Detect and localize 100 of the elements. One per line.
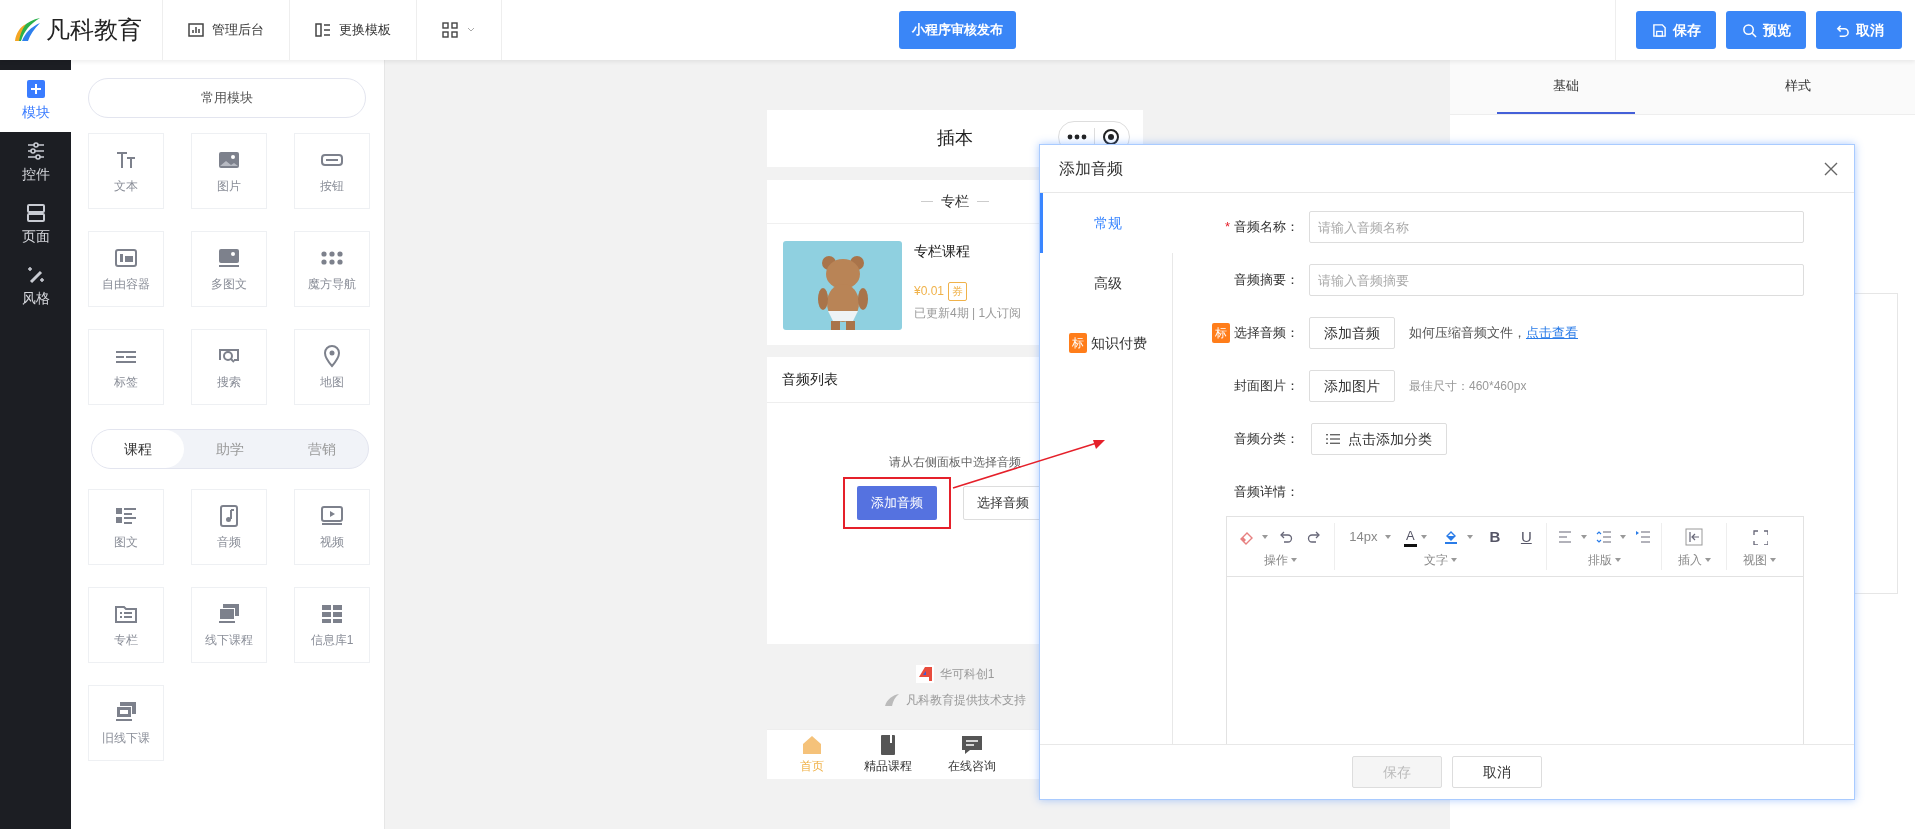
tag-badge: 标 [1212,323,1230,343]
indent-icon [1634,529,1651,545]
coupon-tag: 券 [948,282,968,301]
section-title: 专栏 [941,192,969,211]
caret-icon [1420,535,1427,539]
text-input[interactable]: 请输入音频名称 [1309,211,1804,243]
caret-icon [1385,535,1392,539]
font-size-select[interactable]: 14px [1345,524,1382,550]
course-meta: 已更新4期 | 1人订阅 [914,304,1022,322]
caret-icon [1620,535,1626,539]
brand-name: 华可科创1 [939,665,995,683]
screens-icon [114,699,138,724]
module-tile[interactable]: 搜索 [191,329,267,405]
toolbar-group-label[interactable]: 文字 [1424,551,1457,569]
cancel-button[interactable]: 取消 [1816,11,1902,49]
caret-icon [1770,558,1776,562]
tab-bar-item[interactable]: 精品课程 [845,730,931,779]
caret-icon [1291,558,1297,562]
bold-button[interactable]: B [1485,524,1505,550]
caret-icon [1704,558,1711,562]
font-color-button[interactable]: A [1403,527,1417,547]
tab-bar-item[interactable]: 在线咨询 [929,730,1015,779]
dialog-tab[interactable]: 常规 [1040,193,1173,253]
field-label: 音频名称： [1234,218,1299,237]
category-tab[interactable]: 营销 [276,430,368,468]
close-icon [1824,162,1838,177]
module-tile[interactable]: 视频 [294,489,370,565]
cancel-button[interactable]: 取消 [1452,756,1542,788]
sidebar-item[interactable]: 风格 [0,256,71,318]
upload-button[interactable]: 添加音频 [1309,317,1395,349]
module-tile[interactable]: 图片 [191,133,267,209]
list-title: 音频列表 [782,370,838,389]
module-tile[interactable]: 专栏 [88,587,164,663]
module-tile[interactable]: 标签 [88,329,164,405]
module-tile[interactable]: 音频 [191,489,267,565]
caret-icon [1581,535,1588,539]
toolbar-group-label[interactable]: 排版 [1587,551,1621,569]
category-tab[interactable]: 助学 [184,430,276,468]
tag-badge: 标 [1068,333,1087,353]
dialog-tab[interactable]: 标 知识付费 [1040,313,1173,373]
caret-icon [1467,535,1474,539]
module-tile[interactable]: 旧线下课 [88,685,164,761]
size-hint: 最佳尺寸：460*460px [1409,378,1527,395]
fullscreen-icon [1751,529,1768,545]
field-label: 封面图片： [1234,377,1299,396]
settings-tab[interactable]: 基础 [1497,60,1635,114]
module-tile[interactable]: 文本 [88,133,164,209]
search-icon [1741,22,1757,38]
save-button[interactable]: 保存 [1636,11,1716,49]
category-tab[interactable]: 课程 [92,430,184,468]
toolbar-group-label[interactable]: 插入 [1677,551,1711,569]
field-label: 音频摘要： [1234,271,1299,290]
fill-color-icon [1443,529,1460,545]
module-tile[interactable]: 地图 [294,329,370,405]
publish-button[interactable]: 小程序审核发布 [899,11,1016,49]
add-category-button[interactable]: 点击添加分类 [1311,423,1447,455]
video-icon [320,503,344,528]
toolbar-group-label[interactable]: 操作 [1264,551,1297,569]
module-tile[interactable]: 按钮 [294,133,370,209]
music-note-icon [217,503,241,528]
logo-text: 凡科教育 [46,15,142,45]
sidebar-item[interactable]: 页面 [0,194,71,256]
chart-icon [188,22,204,38]
module-tile[interactable]: 线下课程 [191,587,267,663]
sliders-icon [25,141,46,161]
layout-icon [315,22,331,38]
required-mark: * [1224,218,1230,237]
magic-wand-icon [25,265,46,285]
preview-button[interactable]: 预览 [1726,11,1806,49]
module-tile[interactable]: 自由容器 [88,231,164,307]
module-tile[interactable]: 信息库1 [294,587,370,663]
toolbar-group-label[interactable]: 视图 [1743,551,1776,569]
layout-icon [25,203,46,223]
page-title: 插本 [937,127,973,150]
save-icon [1651,22,1667,38]
sidebar-item[interactable]: 模块 [0,70,71,132]
insert-icon [1685,528,1703,546]
support-text: 凡科教育提供技术支持 [906,691,1026,709]
underline-button[interactable]: U [1516,524,1536,550]
line-spacing-icon [1596,529,1612,545]
plus-icon [25,79,46,99]
grid-icon [442,22,458,38]
settings-tab[interactable]: 样式 [1729,60,1867,114]
price: ¥0.01 [914,283,945,301]
add-audio-button[interactable]: 添加音频 [857,486,937,520]
text-input[interactable]: 请输入音频摘要 [1309,264,1804,296]
module-tile[interactable]: 多图文 [191,231,267,307]
dialog-title: 添加音频 [1059,158,1123,179]
brand-logo-icon [915,664,934,683]
list-icon [1326,433,1340,445]
dialog-tab[interactable]: 高级 [1040,253,1173,313]
module-tile[interactable]: 图文 [88,489,164,565]
align-icon [1557,529,1574,545]
sidebar-item[interactable]: 控件 [0,132,71,194]
module-tile[interactable]: 魔方导航 [294,231,370,307]
caret-icon [1451,558,1457,562]
help-link[interactable]: 点击查看 [1526,325,1578,341]
field-label: 选择音频： [1234,324,1299,343]
upload-button[interactable]: 添加图片 [1309,370,1395,402]
tab-bar-item[interactable]: 首页 [777,730,847,779]
